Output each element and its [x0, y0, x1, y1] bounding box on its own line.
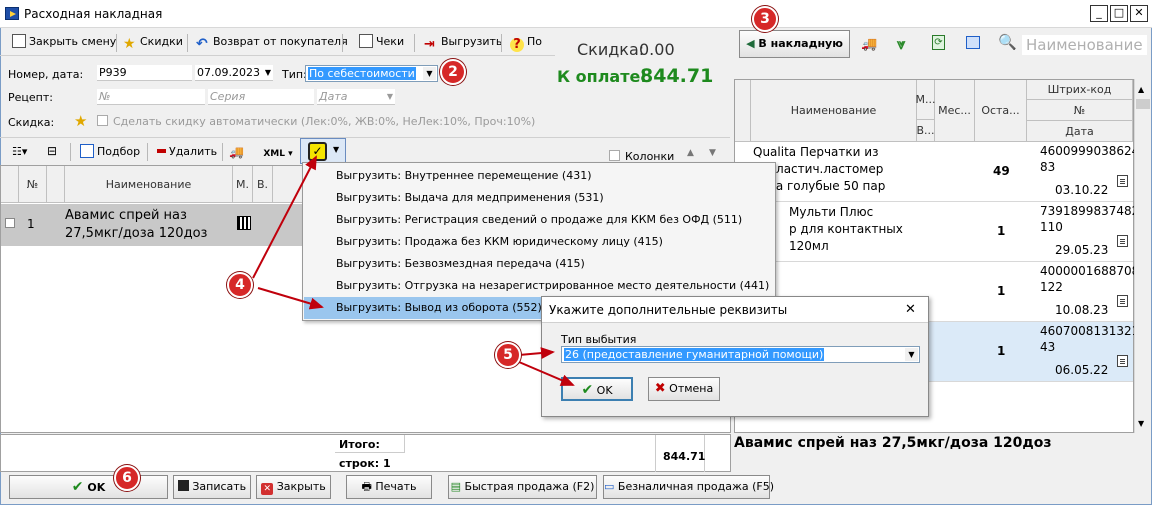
marker-4: 4 [227, 272, 253, 298]
arrow-to-menu-item [257, 287, 324, 310]
marker-5: 5 [495, 342, 521, 368]
arrow-to-datamatrix [252, 155, 317, 279]
marker-2: 2 [440, 59, 466, 85]
marker-6: 6 [114, 465, 140, 491]
arrow-to-select [518, 347, 555, 360]
annotation-arrows [252, 155, 575, 386]
marker-3: 3 [752, 6, 778, 32]
arrow-to-ok [518, 361, 575, 386]
